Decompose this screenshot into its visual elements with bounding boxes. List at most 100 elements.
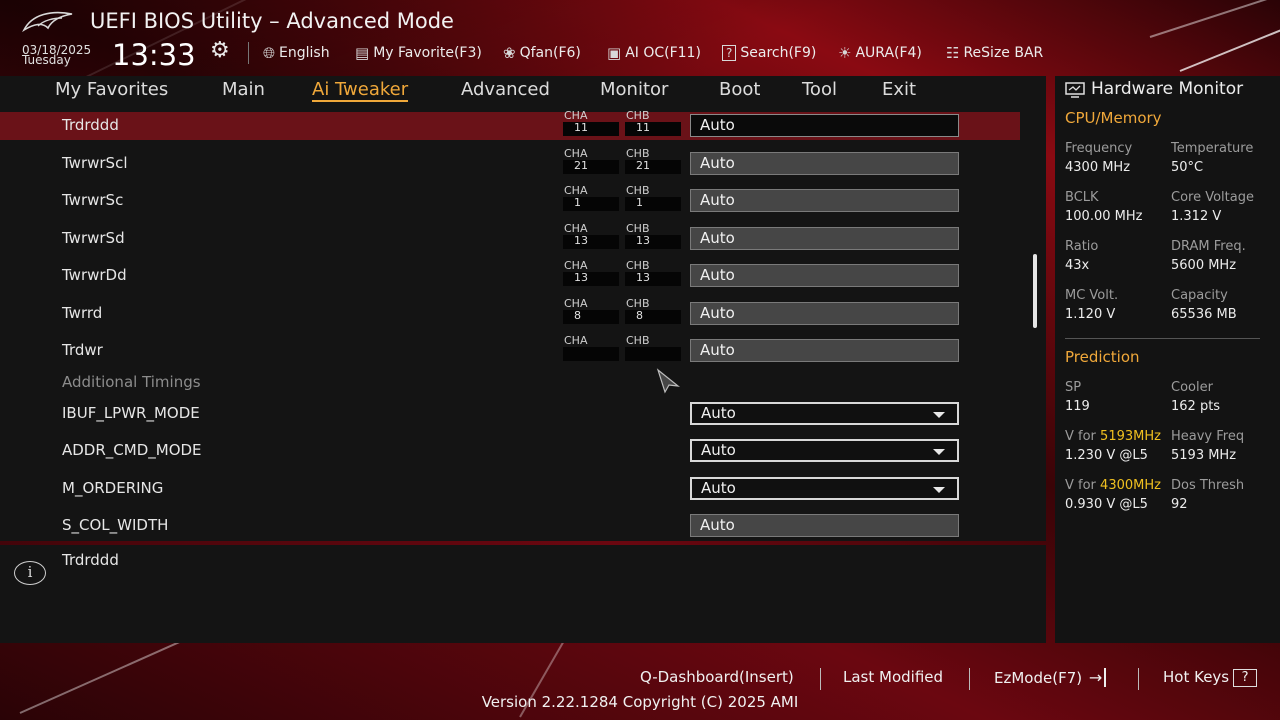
setting-row-twrrd[interactable]: Twrrd CHA 8 CHB 8 Auto [0, 297, 1020, 328]
tab-main[interactable]: Main [222, 79, 265, 100]
setting-row-twrwrsd[interactable]: TwrwrSd CHA 13 CHB 13 Auto [0, 222, 1020, 253]
setting-value-field[interactable]: Auto [690, 514, 959, 537]
setting-dropdown[interactable]: Auto [690, 439, 959, 462]
tab-exit[interactable]: Exit [882, 79, 916, 100]
channel-a-readout: CHA [563, 334, 619, 363]
setting-value-field[interactable]: Auto [690, 114, 959, 137]
heavy-freq-value: 5193 MHz [1171, 448, 1237, 463]
hot-keys-button[interactable]: Hot Keys? [1163, 668, 1258, 687]
sp-label: SP [1065, 380, 1082, 395]
dropdown-value: Auto [701, 404, 736, 422]
channel-a-value: 1 [574, 196, 581, 209]
ezmode-label: EzMode(F7) [994, 669, 1083, 687]
channel-b-value: 13 [636, 271, 650, 284]
setting-value-field[interactable]: Auto [690, 302, 959, 325]
setting-label: Trdwr [62, 341, 103, 359]
divider [1065, 338, 1260, 339]
ezmode-button[interactable]: EzMode(F7) → [994, 668, 1107, 687]
aura-light-icon: ☀ [838, 44, 852, 62]
channel-box [563, 160, 619, 174]
cpu-memory-heading: CPU/Memory [1065, 109, 1162, 127]
tab-monitor[interactable]: Monitor [600, 79, 668, 100]
setting-value-field[interactable]: Auto [690, 152, 959, 175]
q-dashboard-button[interactable]: Q-Dashboard(Insert) [640, 668, 794, 686]
ai-chip-icon: ▣ [607, 44, 622, 62]
setting-value-field[interactable]: Auto [690, 339, 959, 362]
setting-row-ibuf-lpwr-mode[interactable]: IBUF_LPWR_MODE Auto [0, 400, 1020, 428]
exit-arrow-icon: → [1088, 668, 1107, 687]
tab-tool[interactable]: Tool [802, 79, 837, 100]
setting-label: M_ORDERING [62, 479, 164, 497]
ai-oc-button[interactable]: ▣ AI OC(F11) [607, 42, 701, 64]
cooler-value: 162 pts [1171, 399, 1221, 414]
tab-my-favorites[interactable]: My Favorites [55, 79, 168, 100]
divider [248, 42, 249, 64]
last-modified-button[interactable]: Last Modified [843, 668, 943, 686]
channel-box [625, 235, 681, 249]
sp-value: 119 [1065, 399, 1090, 414]
tab-advanced[interactable]: Advanced [461, 79, 550, 100]
section-heading-additional-timings: Additional Timings [62, 373, 201, 391]
frequency-label: Frequency [1065, 141, 1133, 156]
dram-freq-label: DRAM Freq. [1171, 239, 1246, 254]
setting-label: Trdrddd [62, 116, 119, 134]
search-label: Search(F9) [740, 45, 817, 61]
channel-a-readout: CHA 13 [563, 259, 619, 288]
channel-b-value: 1 [636, 196, 643, 209]
channel-box [625, 160, 681, 174]
channel-box [563, 235, 619, 249]
setting-row-m-ordering[interactable]: M_ORDERING Auto [0, 475, 1020, 503]
channel-box [563, 122, 619, 136]
qfan-button[interactable]: ❀ Qfan(F6) [503, 42, 581, 64]
setting-row-trdwr[interactable]: Trdwr CHA CHB Auto [0, 334, 1020, 365]
channel-b-value: 8 [636, 309, 643, 322]
setting-row-trdrddd[interactable]: Trdrddd CHA 11 CHB 11 Auto [0, 109, 1020, 140]
setting-value-field[interactable]: Auto [690, 264, 959, 287]
channel-b-readout: CHB 13 [625, 222, 681, 251]
setting-row-twrwrdd[interactable]: TwrwrDd CHA 13 CHB 13 Auto [0, 259, 1020, 290]
dropdown-value: Auto [701, 441, 736, 459]
channel-box [625, 347, 681, 361]
my-favorite-button[interactable]: ▤ My Favorite(F3) [355, 42, 482, 64]
setting-value-field[interactable]: Auto [690, 227, 959, 250]
v-for-frequency: 4300MHz [1100, 478, 1161, 493]
tab-ai-tweaker[interactable]: Ai Tweaker [312, 79, 409, 102]
title-bar: UEFI BIOS Utility – Advanced Mode [0, 0, 1280, 42]
setting-dropdown[interactable]: Auto [690, 477, 959, 500]
channel-b-readout: CHB [625, 334, 681, 363]
core-voltage-value: 1.312 V [1171, 209, 1222, 224]
channel-a-value: 11 [574, 121, 588, 134]
chevron-down-icon [933, 449, 945, 455]
dram-freq-value: 5600 MHz [1171, 258, 1237, 273]
setting-row-s-col-width[interactable]: S_COL_WIDTH Auto [0, 512, 1020, 540]
setting-label: TwrwrSd [62, 229, 125, 247]
resize-bar-button[interactable]: ☷ ReSize BAR [946, 42, 1043, 64]
setting-row-twrwrscl[interactable]: TwrwrScl CHA 21 CHB 21 Auto [0, 147, 1020, 178]
v-for-prefix: V for [1065, 429, 1101, 444]
frequency-value: 4300 MHz [1065, 160, 1131, 175]
footer-bar: Q-Dashboard(Insert) Last Modified EzMode… [0, 664, 1280, 692]
channel-a-label: CHA [564, 334, 588, 347]
capacity-value: 65536 MB [1171, 307, 1237, 322]
cooler-label: Cooler [1171, 380, 1213, 395]
language-button[interactable]: 🌐︎ English [263, 42, 330, 64]
gear-icon[interactable]: ⚙ [210, 38, 230, 63]
setting-dropdown[interactable]: Auto [690, 402, 959, 425]
chevron-down-icon [933, 412, 945, 418]
setting-value-field[interactable]: Auto [690, 189, 959, 212]
setting-row-addr-cmd-mode[interactable]: ADDR_CMD_MODE Auto [0, 437, 1020, 465]
setting-row-twrwrsc[interactable]: TwrwrSc CHA 1 CHB 1 Auto [0, 184, 1020, 215]
search-button[interactable]: ? Search(F9) [722, 42, 816, 64]
monitor-icon [1065, 82, 1085, 98]
aura-button[interactable]: ☀ AURA(F4) [838, 42, 922, 64]
scrollbar-thumb[interactable] [1033, 254, 1037, 328]
help-text: Trdrddd [62, 551, 119, 569]
channel-a-value: 8 [574, 309, 581, 322]
channel-box [625, 272, 681, 286]
rog-logo-icon [22, 11, 73, 33]
favorite-list-icon: ▤ [355, 44, 370, 62]
v-for-value-1: 1.230 V @L5 [1065, 448, 1148, 463]
tab-boot[interactable]: Boot [719, 79, 760, 100]
clock-display[interactable]: 13:33 [112, 38, 196, 72]
channel-box [563, 347, 619, 361]
